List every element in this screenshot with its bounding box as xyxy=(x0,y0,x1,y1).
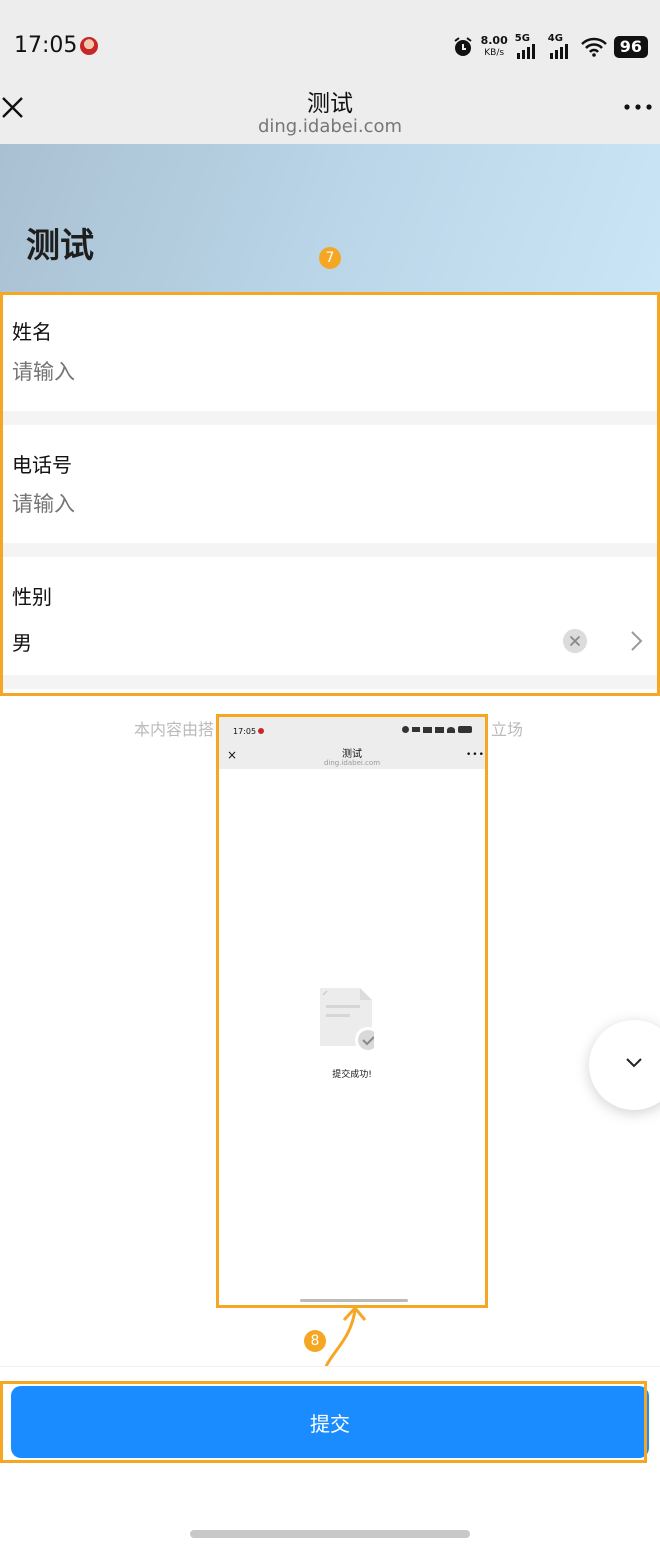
signal-4g-icon: 4G xyxy=(548,33,574,59)
avatar-icon xyxy=(80,37,98,55)
more-icon[interactable] xyxy=(622,100,654,114)
phone-label: 电话号 xyxy=(12,453,72,477)
page-title: 测试 xyxy=(307,91,353,117)
gender-value[interactable]: 男 xyxy=(12,627,32,656)
field-divider xyxy=(0,543,660,557)
inset-status-icons xyxy=(402,726,472,733)
page-domain: ding.idabei.com xyxy=(257,116,403,137)
annotation-marker: 7 xyxy=(319,247,341,269)
chevron-right-icon[interactable] xyxy=(628,629,644,653)
inset-more-icon: ••• xyxy=(466,750,485,760)
name-input[interactable] xyxy=(12,360,512,384)
clear-icon[interactable] xyxy=(563,629,587,653)
network-speed: 8.00 KB/s xyxy=(480,34,508,58)
field-divider xyxy=(0,675,660,689)
chevron-down-icon xyxy=(626,1058,642,1068)
inset-title: 测试 xyxy=(342,749,362,760)
footnote-text: 本内容由搭 xyxy=(134,720,215,739)
submit-button[interactable]: 提交 xyxy=(11,1386,649,1458)
form-title: 测试 xyxy=(26,226,94,266)
inset-time: 17:05 xyxy=(233,727,257,736)
signal-5g-icon: 5G xyxy=(515,33,541,59)
home-indicator[interactable] xyxy=(190,1530,470,1538)
success-text: 提交成功! xyxy=(332,1070,372,1080)
status-time: 17:05 xyxy=(14,33,78,58)
alarm-icon xyxy=(453,37,472,56)
wifi-icon xyxy=(580,37,607,57)
form-banner xyxy=(0,144,660,293)
name-label: 姓名 xyxy=(12,320,52,344)
field-divider xyxy=(0,411,660,425)
inset-domain: ding.idabei.com xyxy=(323,759,381,767)
battery-indicator: 96 xyxy=(613,36,648,58)
success-document-icon xyxy=(320,988,374,1052)
gender-field[interactable] xyxy=(0,557,660,675)
gender-label: 性别 xyxy=(12,585,52,609)
inset-home-indicator xyxy=(300,1299,408,1302)
inset-avatar-icon xyxy=(258,728,264,734)
name-field xyxy=(0,293,660,411)
annotation-marker: 8 xyxy=(304,1330,326,1352)
phone-input[interactable] xyxy=(12,492,512,516)
phone-field xyxy=(0,425,660,543)
status-icons: 8.00 KB/s 5G 4G 96 xyxy=(452,33,648,60)
footnote-text-end: 立场 xyxy=(491,720,524,739)
